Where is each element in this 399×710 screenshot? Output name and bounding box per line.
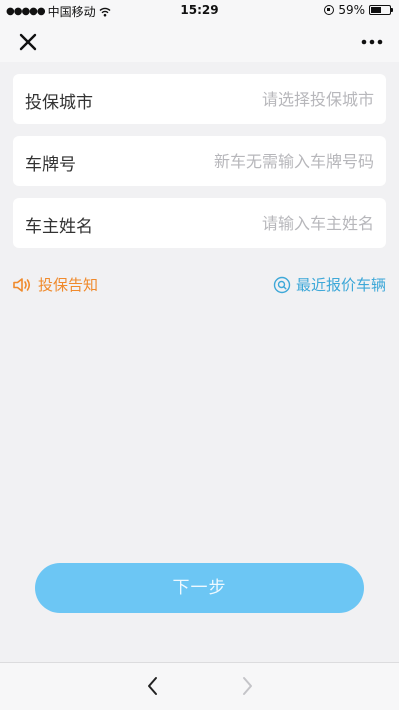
next-step-button[interactable]: 下一步 [35, 563, 364, 613]
field-label-plate-number: 车牌号 [25, 155, 76, 175]
rotation-lock-icon [324, 5, 335, 15]
insured-city-input[interactable] [154, 86, 374, 112]
plate-number-input[interactable] [154, 148, 374, 174]
status-bar: ●●●●● 中国移动 15:29 59% [0, 0, 399, 20]
recent-vehicles-label: 最近报价车辆 [295, 276, 386, 294]
chevron-left-icon[interactable] [140, 673, 166, 699]
more-icon[interactable] [357, 28, 387, 56]
nav-bar [0, 20, 399, 62]
battery-fill [371, 7, 381, 13]
field-label-owner-name: 车主姓名 [25, 217, 93, 237]
battery-icon [369, 5, 393, 15]
field-plate-number[interactable]: 车牌号 [13, 136, 386, 186]
field-label-insured-city: 投保城市 [25, 93, 93, 113]
field-insured-city[interactable]: 投保城市 [13, 74, 386, 124]
field-owner-name[interactable]: 车主姓名 [13, 198, 386, 248]
owner-name-input[interactable] [154, 210, 374, 236]
status-right: 59% [324, 3, 393, 17]
battery-percent: 59% [338, 3, 365, 17]
insurance-notice-link[interactable]: 投保告知 [12, 274, 98, 295]
close-icon[interactable] [14, 28, 42, 56]
speaker-icon [13, 277, 31, 292]
chevron-right-icon [243, 677, 252, 695]
bottom-toolbar [0, 662, 399, 710]
search-circle-icon [273, 276, 291, 293]
insurance-notice-label: 投保告知 [38, 276, 99, 294]
recent-vehicles-link[interactable]: 最近报价车辆 [273, 274, 386, 295]
